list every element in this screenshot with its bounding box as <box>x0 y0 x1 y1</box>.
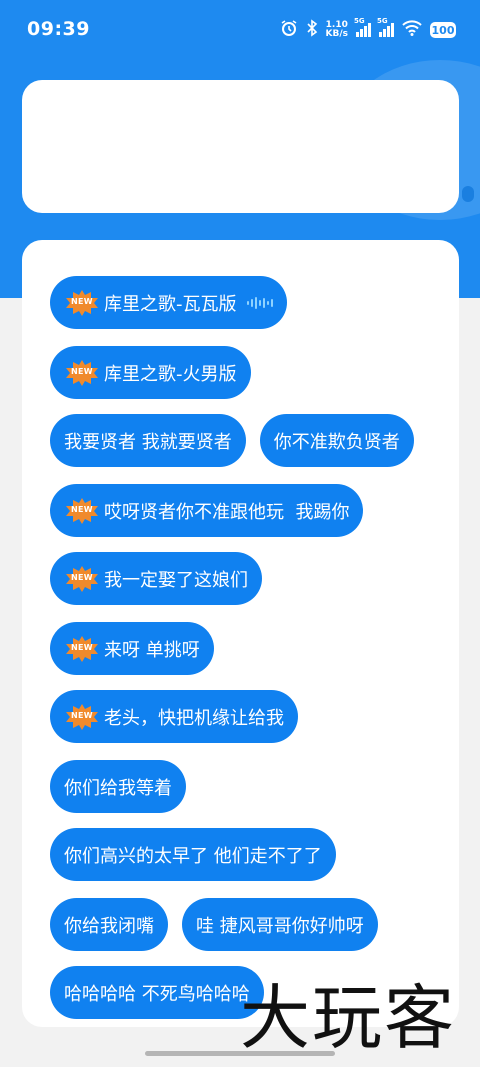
new-badge-icon: NEW <box>62 359 102 387</box>
header-card <box>22 80 459 213</box>
chip-row: 你们给我等着 <box>50 760 186 813</box>
chip-row: NEW 老头，快把机缘让给我 <box>50 690 298 743</box>
new-badge-text: NEW <box>71 296 93 306</box>
new-badge-text: NEW <box>71 504 93 514</box>
sound-label: 库里之歌-火男版 <box>104 363 237 385</box>
sound-label: 来呀 单挑呀 <box>104 639 200 661</box>
chip-row: NEW 来呀 单挑呀 <box>50 622 214 675</box>
new-badge-text: NEW <box>71 572 93 582</box>
sound-label: 你不准欺负贤者 <box>273 431 400 453</box>
sound-button[interactable]: 你给我闭嘴 <box>50 898 168 951</box>
new-badge-text: NEW <box>71 710 93 720</box>
new-badge-icon: NEW <box>62 289 102 317</box>
sound-button[interactable]: 哈哈哈哈 不死鸟哈哈哈 <box>50 966 264 1019</box>
sound-wave-icon <box>246 296 273 309</box>
sound-button[interactable]: 你们高兴的太早了 他们走不了了 <box>50 828 336 881</box>
network-speed-unit: KB/s <box>325 29 348 39</box>
status-time: 09:39 <box>27 18 90 40</box>
sound-button[interactable]: NEW 我一定娶了这娘们 <box>50 552 262 605</box>
sound-button[interactable]: 哇 捷风哥哥你好帅呀 <box>182 898 378 951</box>
battery-icon: 100 <box>430 22 456 38</box>
new-badge-icon: NEW <box>62 565 102 593</box>
status-bar: 09:39 1.10 KB/s 5G 5G 100 <box>0 0 480 60</box>
chip-row: 哈哈哈哈 不死鸟哈哈哈 <box>50 966 264 1019</box>
chip-row: 我要贤者 我就要贤者 你不准欺负贤者 <box>50 414 414 467</box>
sound-label: 我要贤者 我就要贤者 <box>64 431 232 453</box>
sound-button[interactable]: NEW 来呀 单挑呀 <box>50 622 214 675</box>
chip-row: NEW 库里之歌-瓦瓦版 <box>50 276 287 329</box>
sound-label: 我一定娶了这娘们 <box>104 569 248 591</box>
chip-row: 你给我闭嘴 哇 捷风哥哥你好帅呀 <box>50 898 378 951</box>
chip-row: NEW 库里之歌-火男版 <box>50 346 251 399</box>
wifi-icon <box>402 20 422 40</box>
chip-row: NEW 哎呀贤者你不准跟他玩 我踢你 <box>50 484 364 537</box>
sound-label: 老头，快把机缘让给我 <box>104 707 284 729</box>
sound-button[interactable]: NEW 老头，快把机缘让给我 <box>50 690 298 743</box>
sound-button[interactable]: 你不准欺负贤者 <box>259 414 414 467</box>
sound-button[interactable]: 你们给我等着 <box>50 760 186 813</box>
signal-icon: 5G <box>377 17 394 37</box>
chip-row: 你们高兴的太早了 他们走不了了 <box>50 828 336 881</box>
sound-label: 你们高兴的太早了 他们走不了了 <box>64 845 322 867</box>
chip-row: NEW 我一定娶了这娘们 <box>50 552 262 605</box>
new-badge-icon: NEW <box>62 635 102 663</box>
sound-list-card: NEW 库里之歌-瓦瓦版 NEW 库里之歌-火男版 我要贤者 我就要贤者 你不准… <box>22 240 459 1027</box>
home-indicator[interactable] <box>145 1051 335 1056</box>
sound-label: 哇 捷风哥哥你好帅呀 <box>196 915 364 937</box>
bluetooth-icon <box>306 19 318 41</box>
sound-button[interactable]: NEW 库里之歌-瓦瓦版 <box>50 276 287 329</box>
new-badge-icon: NEW <box>62 703 102 731</box>
sound-label: 你给我闭嘴 <box>64 915 154 937</box>
signal-icon: 5G <box>354 17 371 37</box>
new-badge-text: NEW <box>71 366 93 376</box>
new-badge-text: NEW <box>71 642 93 652</box>
watermark: 大玩客 <box>240 977 456 1059</box>
sound-button[interactable]: NEW 库里之歌-火男版 <box>50 346 251 399</box>
signal-label: 5G <box>354 17 365 25</box>
status-icons: 1.10 KB/s 5G 5G 100 <box>280 17 456 42</box>
side-handle <box>462 186 474 202</box>
sound-label: 哈哈哈哈 不死鸟哈哈哈 <box>64 983 250 1005</box>
sound-label: 哎呀贤者你不准跟他玩 我踢你 <box>104 501 350 523</box>
sound-label: 你们给我等着 <box>64 777 172 799</box>
network-speed: 1.10 KB/s <box>326 21 348 39</box>
sound-label: 库里之歌-瓦瓦版 <box>104 293 237 315</box>
sound-button[interactable]: 我要贤者 我就要贤者 <box>50 414 246 467</box>
alarm-icon <box>280 19 298 41</box>
sound-button[interactable]: NEW 哎呀贤者你不准跟他玩 我踢你 <box>50 484 364 537</box>
signal-label: 5G <box>377 17 388 25</box>
new-badge-icon: NEW <box>62 497 102 525</box>
